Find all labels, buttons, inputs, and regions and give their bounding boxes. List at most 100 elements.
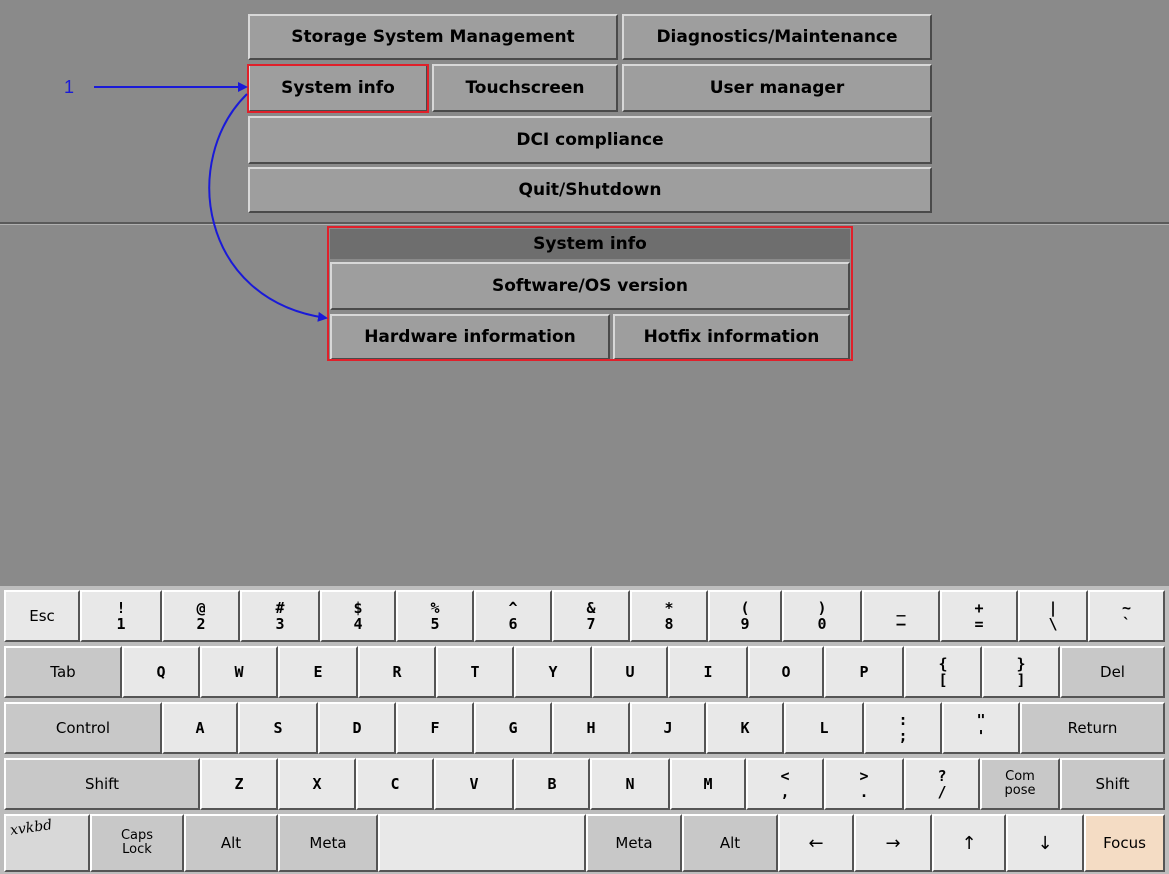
key-8[interactable]: * 8	[630, 590, 708, 642]
key-q[interactable]: Q	[122, 646, 200, 698]
key-w[interactable]: W	[200, 646, 278, 698]
key-right-brace[interactable]: }]	[982, 646, 1060, 698]
key-tab[interactable]: Tab	[4, 646, 122, 698]
key-space[interactable]	[378, 814, 586, 872]
key-greater-than[interactable]: >.	[824, 758, 904, 810]
key-y-label: Y	[548, 663, 558, 681]
key-d[interactable]: D	[318, 702, 396, 754]
key-r-label: R	[392, 663, 402, 681]
key-9[interactable]: (9	[708, 590, 782, 642]
hardware-information-button[interactable]: Hardware information	[330, 314, 610, 360]
key-u[interactable]: U	[592, 646, 668, 698]
software-os-version-button[interactable]: Software/OS version	[330, 262, 850, 310]
key-h[interactable]: H	[552, 702, 630, 754]
key-n[interactable]: N	[590, 758, 670, 810]
xvkbd-logo: xvkbd	[4, 814, 90, 872]
key-o[interactable]: O	[748, 646, 824, 698]
key-equal[interactable]: + =	[940, 590, 1018, 642]
key-h-label: H	[586, 719, 596, 737]
key-y[interactable]: Y	[514, 646, 592, 698]
xvkbd-logo-text: xvkbd	[9, 817, 54, 839]
key-backslash[interactable]: | \	[1018, 590, 1088, 642]
key-tilde-shift: ~	[1121, 599, 1132, 617]
key-del[interactable]: Del	[1060, 646, 1165, 698]
key-tilde[interactable]: ~ `	[1088, 590, 1165, 642]
key-5-shift: %	[430, 599, 440, 617]
key-1-shift: !	[116, 599, 126, 617]
key-compose[interactable]: Com pose	[980, 758, 1060, 810]
key-alt-right[interactable]: Alt	[682, 814, 778, 872]
hotfix-information-button[interactable]: Hotfix information	[613, 314, 850, 360]
key-5-base: 5	[430, 615, 440, 633]
key-t[interactable]: T	[436, 646, 514, 698]
key-v[interactable]: V	[434, 758, 514, 810]
key-question[interactable]: ? /	[904, 758, 980, 810]
key-3[interactable]: #3	[240, 590, 320, 642]
key-less-than-base: ,	[780, 783, 790, 801]
key-m[interactable]: M	[670, 758, 746, 810]
key-alt-left[interactable]: Alt	[184, 814, 278, 872]
key-minus-shift: _	[896, 599, 906, 617]
key-5[interactable]: % 5	[396, 590, 474, 642]
key-k[interactable]: K	[706, 702, 784, 754]
key-o-label: O	[781, 663, 791, 681]
diagnostics-maintenance-button[interactable]: Diagnostics/Maintenance	[622, 14, 932, 60]
touchscreen-button[interactable]: Touchscreen	[432, 64, 618, 112]
key-backslash-base: \	[1048, 615, 1058, 633]
key-6-base: 6	[508, 615, 518, 633]
user-manager-button[interactable]: User manager	[622, 64, 932, 112]
key-esc[interactable]: Esc	[4, 590, 80, 642]
key-4[interactable]: $4	[320, 590, 396, 642]
key-minus[interactable]: _ –	[862, 590, 940, 642]
key-f[interactable]: F	[396, 702, 474, 754]
key-backslash-shift: |	[1048, 599, 1058, 617]
key-arrow-down[interactable]: ↓	[1006, 814, 1084, 872]
key-z[interactable]: Z	[200, 758, 278, 810]
key-return[interactable]: Return	[1020, 702, 1165, 754]
key-n-label: N	[625, 775, 635, 793]
key-tilde-base: `	[1121, 615, 1132, 633]
key-0[interactable]: ) 0	[782, 590, 862, 642]
key-less-than[interactable]: <,	[746, 758, 824, 810]
key-meta-right[interactable]: Meta	[586, 814, 682, 872]
key-shift-left[interactable]: Shift	[4, 758, 200, 810]
key-g[interactable]: G	[474, 702, 552, 754]
key-meta-left[interactable]: Meta	[278, 814, 378, 872]
key-arrow-left[interactable]: ←	[778, 814, 854, 872]
key-1[interactable]: ! 1	[80, 590, 162, 642]
key-left-brace[interactable]: {[	[904, 646, 982, 698]
key-b-label: B	[547, 775, 557, 793]
key-question-base: /	[937, 783, 947, 801]
key-left-brace-shift: {	[938, 655, 948, 673]
key-focus[interactable]: Focus	[1084, 814, 1165, 872]
key-c[interactable]: C	[356, 758, 434, 810]
key-shift-right[interactable]: Shift	[1060, 758, 1165, 810]
key-arrow-right[interactable]: →	[854, 814, 932, 872]
key-2[interactable]: @2	[162, 590, 240, 642]
key-s[interactable]: S	[238, 702, 318, 754]
key-p[interactable]: P	[824, 646, 904, 698]
key-caps-lock[interactable]: Caps Lock	[90, 814, 184, 872]
key-arrow-up[interactable]: ↑	[932, 814, 1006, 872]
key-i[interactable]: I	[668, 646, 748, 698]
key-colon-shift: :	[898, 711, 908, 729]
key-4-shift: $	[353, 599, 363, 617]
key-greater-than-shift: >	[859, 767, 869, 785]
key-p-label: P	[859, 663, 869, 681]
key-l[interactable]: L	[784, 702, 864, 754]
key-l-label: L	[819, 719, 829, 737]
key-colon[interactable]: :;	[864, 702, 942, 754]
key-compose-line2: pose	[1004, 783, 1036, 798]
key-b[interactable]: B	[514, 758, 590, 810]
key-quote[interactable]: " '	[942, 702, 1020, 754]
key-8-base: 8	[664, 615, 674, 633]
key-j[interactable]: J	[630, 702, 706, 754]
key-6[interactable]: ^ 6	[474, 590, 552, 642]
key-x[interactable]: X	[278, 758, 356, 810]
key-e[interactable]: E	[278, 646, 358, 698]
key-a[interactable]: A	[162, 702, 238, 754]
key-7[interactable]: & 7	[552, 590, 630, 642]
key-control[interactable]: Control	[4, 702, 162, 754]
key-r[interactable]: R	[358, 646, 436, 698]
key-c-label: C	[390, 775, 400, 793]
